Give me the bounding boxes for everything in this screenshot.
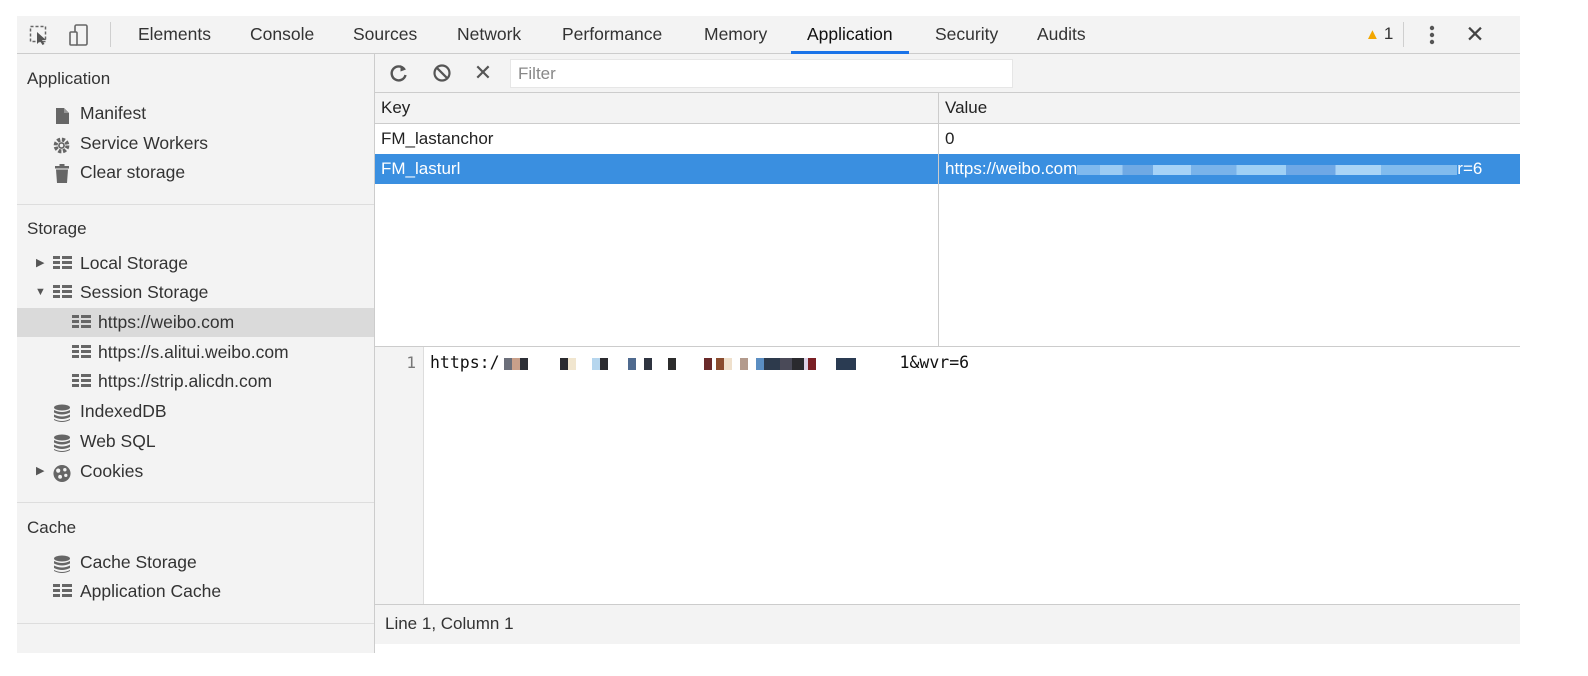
- storage-filter-bar: ✕: [375, 54, 1520, 93]
- column-header-key[interactable]: Key: [381, 93, 410, 123]
- column-header-value[interactable]: Value: [945, 93, 987, 123]
- tab-sources[interactable]: Sources: [353, 16, 417, 54]
- devtools-toolbar: Elements Console Sources Network Perform…: [17, 16, 1520, 54]
- refresh-icon[interactable]: [387, 61, 411, 85]
- row-key: FM_lasturl: [381, 159, 461, 178]
- gear-icon: [52, 135, 71, 154]
- device-toggle-icon[interactable]: [66, 23, 92, 47]
- sidebar-item-local-storage[interactable]: ▶ Local Storage: [17, 249, 374, 278]
- toolbar-separator: [110, 22, 111, 47]
- sidebar-item-application-cache[interactable]: Application Cache: [17, 577, 374, 606]
- expand-arrow-icon[interactable]: ▶: [36, 249, 44, 278]
- section-title-storage: Storage: [27, 219, 87, 238]
- storage-view: ✕ Key Value FM_lastanchor 0 FM_lasturl h…: [375, 54, 1520, 653]
- sidebar-item-weibo[interactable]: https://weibo.com: [17, 308, 374, 337]
- section-title-cache: Cache: [27, 518, 77, 537]
- column-divider: [938, 93, 939, 346]
- inspect-cursor-icon[interactable]: [27, 23, 53, 47]
- section-divider: [17, 502, 374, 503]
- sidebar-item-cookies[interactable]: ▶ Cookies: [17, 457, 374, 486]
- warning-count: 1: [1383, 24, 1394, 43]
- tab-audits[interactable]: Audits: [1037, 16, 1086, 54]
- table-icon: [72, 344, 91, 362]
- tab-network[interactable]: Network: [457, 16, 521, 54]
- table-row[interactable]: FM_lastanchor 0: [375, 124, 1520, 154]
- tab-application[interactable]: Application: [791, 16, 909, 54]
- value-preview-editor[interactable]: 1 https:/ 1&wvr=6: [375, 347, 1520, 604]
- sidebar-item-cache-storage[interactable]: Cache Storage: [17, 548, 374, 577]
- more-options-icon[interactable]: [1421, 16, 1443, 54]
- grid-header: Key Value: [375, 93, 1520, 124]
- section-title-application: Application: [27, 69, 111, 88]
- code-suffix: 1&wvr=6: [899, 353, 970, 372]
- redacted-block: [499, 357, 900, 370]
- table-icon: [72, 314, 91, 332]
- tab-security[interactable]: Security: [935, 16, 998, 54]
- close-icon[interactable]: ✕: [471, 60, 495, 85]
- row-key: FM_lastanchor: [381, 129, 494, 148]
- code-prefix: https:/: [430, 353, 500, 372]
- line-gutter: 1: [375, 347, 424, 604]
- table-icon: [72, 373, 91, 391]
- section-divider: [17, 204, 374, 205]
- trash-icon: [54, 164, 73, 183]
- table-icon: [53, 583, 72, 601]
- sidebar-item-alitui[interactable]: https://s.alitui.weibo.com: [17, 338, 374, 367]
- tab-memory[interactable]: Memory: [704, 16, 767, 54]
- warning-icon: ▲: [1365, 26, 1380, 43]
- expand-arrow-icon[interactable]: ▶: [36, 457, 44, 486]
- table-icon: [53, 284, 72, 302]
- tab-performance[interactable]: Performance: [562, 16, 662, 54]
- sidebar-item-session-storage[interactable]: ▼ Session Storage: [17, 278, 374, 307]
- toolbar-separator: [1403, 22, 1404, 47]
- status-bar: Line 1, Column 1: [375, 604, 1520, 644]
- table-row-selected[interactable]: FM_lasturl https://weibo.com r=6: [375, 154, 1520, 184]
- row-value-prefix: https://weibo.com: [945, 159, 1078, 178]
- collapse-arrow-icon[interactable]: ▼: [35, 278, 46, 307]
- row-value: https://weibo.com r=6: [945, 154, 1482, 184]
- tab-elements[interactable]: Elements: [138, 16, 211, 54]
- application-sidebar: Application Manifest Service Workers Cle…: [17, 54, 375, 653]
- code-line[interactable]: https:/ 1&wvr=6: [430, 353, 969, 372]
- section-divider: [17, 623, 374, 624]
- tab-console[interactable]: Console: [250, 16, 314, 54]
- sidebar-item-alicdn[interactable]: https://strip.alicdn.com: [17, 367, 374, 396]
- database-icon: [53, 554, 72, 573]
- block-icon[interactable]: [430, 61, 454, 85]
- row-value: 0: [945, 129, 955, 148]
- sidebar-item-manifest[interactable]: Manifest: [17, 99, 374, 128]
- storage-data-grid: Key Value FM_lastanchor 0 FM_lasturl htt…: [375, 93, 1520, 347]
- filter-input[interactable]: [510, 59, 1013, 88]
- sidebar-item-indexeddb[interactable]: IndexedDB: [17, 397, 374, 426]
- redacted-block: [1077, 164, 1458, 175]
- row-value-suffix: r=6: [1457, 159, 1483, 178]
- sidebar-item-web-sql[interactable]: Web SQL: [17, 427, 374, 456]
- sidebar-item-clear-storage[interactable]: Clear storage: [17, 158, 374, 187]
- devtools-window: Elements Console Sources Network Perform…: [17, 16, 1520, 653]
- warnings-counter[interactable]: ▲ 1: [1365, 16, 1393, 54]
- cookie-icon: [52, 463, 71, 483]
- file-icon: [54, 105, 73, 124]
- table-icon: [53, 255, 72, 273]
- sidebar-item-service-workers[interactable]: Service Workers: [17, 129, 374, 158]
- close-devtools-icon[interactable]: ✕: [1463, 16, 1487, 54]
- database-icon: [53, 433, 72, 452]
- cursor-position: Line 1, Column 1: [385, 614, 514, 633]
- line-number: 1: [406, 353, 416, 372]
- database-icon: [53, 403, 72, 422]
